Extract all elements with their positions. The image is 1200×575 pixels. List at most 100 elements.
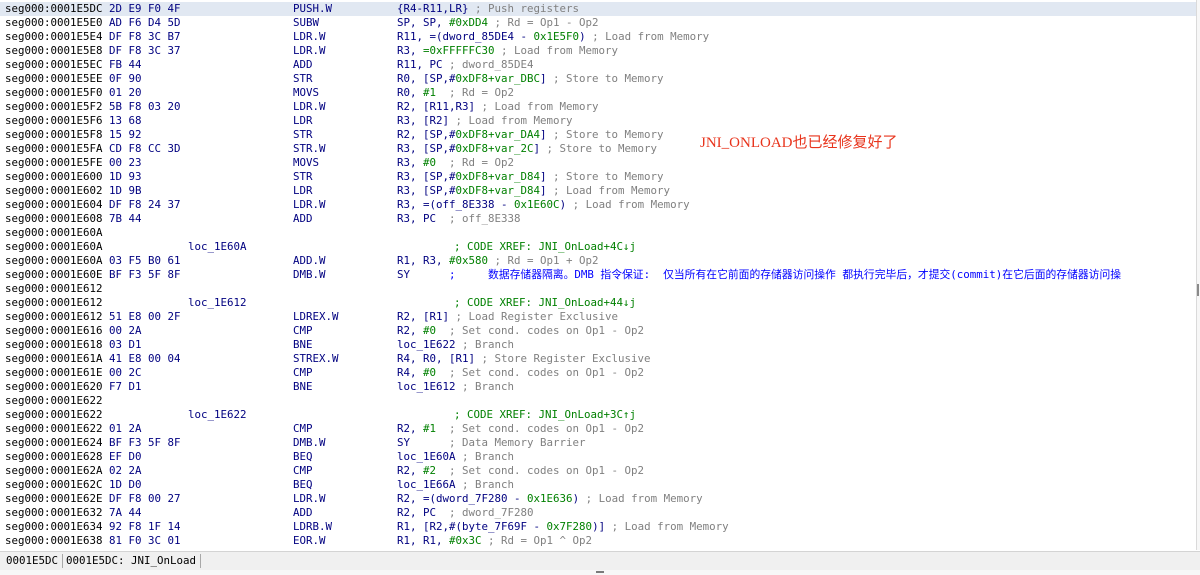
operand-name-ref[interactable]: loc_1E66A <box>397 478 456 491</box>
operand-text: ] <box>540 72 547 85</box>
operand-number: #0x580 <box>449 254 489 267</box>
listing-line[interactable]: seg000:0001E612 <box>0 282 1196 296</box>
listing-line[interactable]: seg000:0001E61E 00 2C CMP R4, #0 ; Set cond.… <box>0 366 1196 380</box>
listing-line[interactable]: seg000:0001E60A 03 F5 B0 61 ADD.W R1, R3, #… <box>0 254 1196 268</box>
operand-text: ] <box>533 142 541 155</box>
listing-line[interactable]: seg000:0001E60A <box>0 226 1196 240</box>
listing-line[interactable]: seg000:0001E632 7A 44 ADD R2, PC ; dword_7F2… <box>0 506 1196 520</box>
listing-line[interactable]: seg000:0001E5EE 0F 90 STR R0, [SP,#0xDF8+va… <box>0 72 1196 86</box>
code-label[interactable]: loc_1E60A <box>188 240 247 254</box>
auto-comment: ; Branch <box>462 478 515 491</box>
operand-text: ) <box>572 492 580 505</box>
xref-comment[interactable]: ; CODE XREF: JNI_OnLoad+3C↑j <box>454 408 636 422</box>
opcode-bytes: 00 23 <box>109 156 142 169</box>
line-address: seg000:0001E5F2 <box>5 100 103 113</box>
instruction-mnemonic: STR.W <box>293 142 326 155</box>
status-bar: 0001E5DC 0001E5DC: JNI_OnLoad <box>0 551 1200 570</box>
listing-line[interactable]: seg000:0001E5EC FB 44 ADD R11, PC ; dword_85… <box>0 58 1196 72</box>
xref-comment[interactable]: ; CODE XREF: JNI_OnLoad+44↓j <box>454 296 636 310</box>
listing-line[interactable]: seg000:0001E5F6 13 68 LDR R3, [R2] ; Load fr… <box>0 114 1196 128</box>
disassembly-listing[interactable]: seg000:0001E5DC 2D E9 F0 4F PUSH.W {R4-R11,… <box>0 0 1196 550</box>
operand-name-ref[interactable]: off_8E338 <box>436 198 495 211</box>
operand-name-ref[interactable]: dword_85DE4 <box>443 30 515 43</box>
instruction-operands: loc_1E66A ; Branch <box>397 478 514 492</box>
operand-number: 0x7F280 <box>546 520 593 533</box>
listing-line[interactable]: seg000:0001E62A 02 2A CMP R2, #2 ; Set cond.… <box>0 464 1196 478</box>
opcode-bytes: 03 F5 B0 61 <box>109 254 181 267</box>
instruction-operands: R2, #1 ; Set cond. codes on Op1 - Op2 <box>397 422 644 436</box>
code-label[interactable]: loc_1E612 <box>188 296 247 310</box>
horizontal-splitter-grip[interactable] <box>596 571 604 573</box>
line-address: seg000:0001E608 <box>5 212 103 225</box>
instruction-mnemonic: LDR.W <box>293 44 326 57</box>
instruction-operands: R0, #1 ; Rd = Op2 <box>397 86 514 100</box>
line-address: seg000:0001E624 <box>5 436 103 449</box>
code-label[interactable]: loc_1E622 <box>188 408 247 422</box>
operand-name-ref[interactable]: dword_7F280 <box>436 492 508 505</box>
line-address: seg000:0001E628 <box>5 450 103 463</box>
operand-name-ref[interactable]: loc_1E622 <box>397 338 456 351</box>
instruction-mnemonic: SUBW <box>293 16 320 29</box>
operand-text: ] <box>540 170 547 183</box>
listing-line[interactable]: seg000:0001E60E BF F3 5F 8F DMB.W SY ; 数据存储器… <box>0 268 1196 282</box>
listing-line[interactable]: seg000:0001E612 loc_1E612 ; CODE XREF: JNI… <box>0 296 1196 310</box>
listing-line[interactable]: seg000:0001E638 81 F0 3C 01 EOR.W R1, R1, #… <box>0 534 1196 548</box>
listing-line[interactable]: seg000:0001E616 00 2A CMP R2, #0 ; Set cond.… <box>0 324 1196 338</box>
listing-line[interactable]: seg000:0001E622 01 2A CMP R2, #1 ; Set cond.… <box>0 422 1196 436</box>
instruction-mnemonic: ADD <box>293 212 313 225</box>
listing-line[interactable]: seg000:0001E620 F7 D1 BNE loc_1E612 ; Branch <box>0 380 1196 394</box>
instruction-mnemonic: STR <box>293 170 313 183</box>
line-address: seg000:0001E612 <box>5 296 103 309</box>
operand-text: R11, PC <box>397 58 443 71</box>
listing-line[interactable]: seg000:0001E618 03 D1 BNE loc_1E622 ; Branch <box>0 338 1196 352</box>
listing-line[interactable]: seg000:0001E604 DF F8 24 37 LDR.W R3, =(off… <box>0 198 1196 212</box>
listing-line[interactable]: seg000:0001E624 BF F3 5F 8F DMB.W SY ; Data … <box>0 436 1196 450</box>
listing-line[interactable]: seg000:0001E608 7B 44 ADD R3, PC ; off_8E338 <box>0 212 1196 226</box>
operand-text: R2, [R1] <box>397 310 450 323</box>
listing-line[interactable]: seg000:0001E62C 1D D0 BEQ loc_1E66A ; Branch <box>0 478 1196 492</box>
listing-line[interactable]: seg000:0001E612 51 E8 00 2F LDREX.W R2, [R1… <box>0 310 1196 324</box>
auto-comment: ; Load from Memory <box>585 492 703 505</box>
listing-line[interactable]: seg000:0001E62E DF F8 00 27 LDR.W R2, =(dwo… <box>0 492 1196 506</box>
listing-line[interactable]: seg000:0001E622 <box>0 394 1196 408</box>
operand-number: 0xDF8+var_DA4 <box>455 128 541 141</box>
listing-line[interactable]: seg000:0001E5FE 00 23 MOVS R3, #0 ; Rd = Op2 <box>0 156 1196 170</box>
listing-line[interactable]: seg000:0001E602 1D 9B LDR R3, [SP,#0xDF8+va… <box>0 184 1196 198</box>
instruction-operands: R2, =(dword_7F280 - 0x1E636) ; Load from … <box>397 492 703 506</box>
operand-text: R3, =( <box>397 198 437 211</box>
operand-name-ref[interactable]: loc_1E60A <box>397 450 456 463</box>
listing-line[interactable]: seg000:0001E5FA CD F8 CC 3D STR.W R3, [SP,#… <box>0 142 1196 156</box>
operand-name-ref[interactable]: loc_1E612 <box>397 380 456 393</box>
line-address: seg000:0001E60A <box>5 240 103 253</box>
instruction-operands: R3, =0xFFFFFC30 ; Load from Memory <box>397 44 618 58</box>
listing-line[interactable]: seg000:0001E5F0 01 20 MOVS R0, #1 ; Rd = Op2 <box>0 86 1196 100</box>
line-address: seg000:0001E60E <box>5 268 103 281</box>
operand-name-ref[interactable]: byte_7F69F <box>462 520 527 533</box>
operand-text: R3, PC <box>397 212 437 225</box>
listing-line[interactable]: seg000:0001E5DC 2D E9 F0 4F PUSH.W {R4-R11,… <box>0 2 1196 16</box>
line-address: seg000:0001E602 <box>5 184 103 197</box>
listing-line[interactable]: seg000:0001E5E0 AD F6 D4 5D SUBW SP, SP, #0… <box>0 16 1196 30</box>
listing-line[interactable]: seg000:0001E634 92 F8 1F 14 LDRB.W R1, [R2,… <box>0 520 1196 534</box>
instruction-mnemonic: STR <box>293 128 313 141</box>
instruction-operands: R2, #0 ; Set cond. codes on Op1 - Op2 <box>397 324 644 338</box>
auto-comment: ; Load from Memory <box>455 114 573 127</box>
operand-text: R1, R1, <box>397 534 450 547</box>
vertical-splitter[interactable] <box>1196 0 1200 550</box>
auto-comment: ; Rd = Op1 ^ Op2 <box>488 534 593 547</box>
listing-line[interactable]: seg000:0001E60A loc_1E60A ; CODE XREF: JNI… <box>0 240 1196 254</box>
listing-line[interactable]: seg000:0001E5E8 DF F8 3C 37 LDR.W R3, =0xFF… <box>0 44 1196 58</box>
instruction-mnemonic: MOVS <box>293 156 320 169</box>
xref-comment[interactable]: ; CODE XREF: JNI_OnLoad+4C↓j <box>454 240 636 254</box>
operand-text: R2, PC <box>397 506 437 519</box>
listing-line[interactable]: seg000:0001E5E4 DF F8 3C B7 LDR.W R11, =(dw… <box>0 30 1196 44</box>
listing-line[interactable]: seg000:0001E622 loc_1E622 ; CODE XREF: JNI… <box>0 408 1196 422</box>
operand-text: - <box>494 198 515 211</box>
listing-line[interactable]: seg000:0001E5F2 5B F8 03 20 LDR.W R2, [R11,… <box>0 100 1196 114</box>
vertical-splitter-grip[interactable] <box>1197 284 1199 296</box>
line-address: seg000:0001E618 <box>5 338 103 351</box>
listing-line[interactable]: seg000:0001E5F8 15 92 STR R2, [SP,#0xDF8+va… <box>0 128 1196 142</box>
listing-line[interactable]: seg000:0001E628 EF D0 BEQ loc_1E60A ; Branch <box>0 450 1196 464</box>
listing-line[interactable]: seg000:0001E61A 41 E8 00 04 STREX.W R4, R0,… <box>0 352 1196 366</box>
listing-line[interactable]: seg000:0001E600 1D 93 STR R3, [SP,#0xDF8+va… <box>0 170 1196 184</box>
